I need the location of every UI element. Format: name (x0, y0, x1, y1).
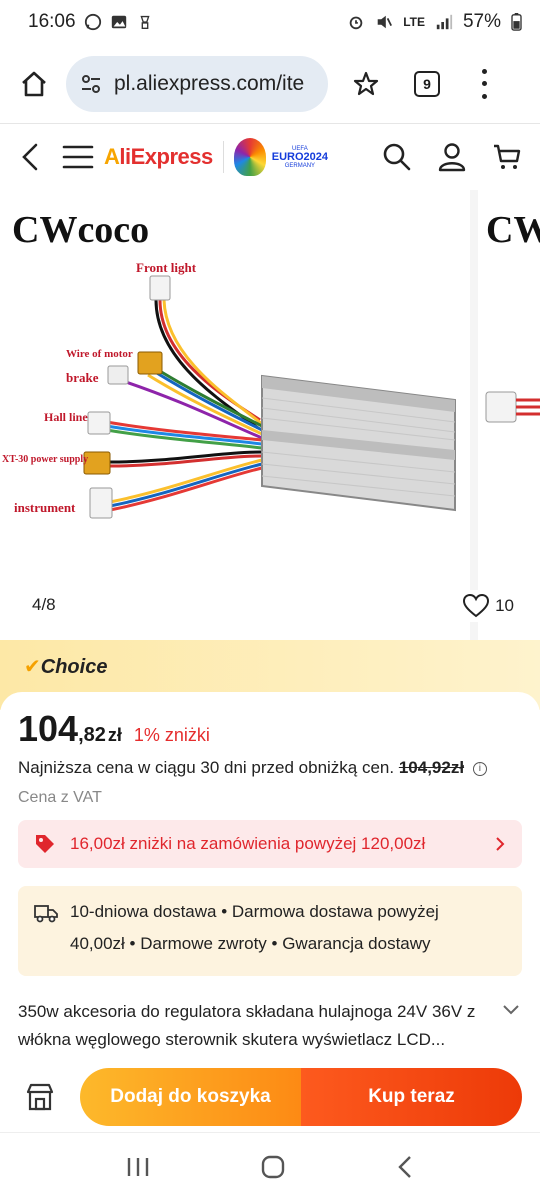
purchase-buttons: Dodaj do koszyka Kup teraz (80, 1068, 522, 1126)
delivery-info[interactable]: 10-dniowa dostawa • Darmowa dostawa powy… (18, 886, 522, 976)
account-icon[interactable] (438, 142, 466, 172)
wishlist-count: 10 (495, 596, 514, 615)
coupon-tag-icon (36, 835, 54, 853)
coupon-banner[interactable]: 16,00zł zniżki na zamówienia powyżej 120… (18, 820, 522, 868)
back-arrow-icon[interactable] (18, 142, 42, 172)
info-icon[interactable]: i (472, 761, 487, 776)
hamburger-menu-icon[interactable] (62, 144, 94, 170)
browser-toolbar: pl.aliexpress.com/ite 9 (0, 44, 540, 124)
header-divider (222, 141, 224, 173)
aliexpress-logo[interactable]: AliExpress (104, 144, 213, 170)
lowest-price-text: Najniższa cena w ciągu 30 dni przed obni… (18, 758, 395, 777)
battery-percent: 57% (462, 11, 501, 32)
euro-sub: GERMANY (284, 162, 316, 169)
lowest-price-value: 104,92zł (398, 758, 465, 777)
label-xt30: XT-30 power supply (2, 454, 89, 465)
browser-menu-button[interactable] (478, 68, 490, 99)
home-button[interactable] (16, 66, 52, 102)
star-icon (353, 71, 379, 95)
check-icon: ✔ (24, 656, 41, 678)
menu-dot (481, 81, 487, 86)
vat-note: Cena z VAT (18, 789, 102, 806)
add-to-cart-button[interactable]: Dodaj do koszyka (80, 1068, 301, 1126)
signal-icon (436, 14, 453, 30)
site-settings-icon (82, 74, 100, 93)
battery-icon (511, 13, 522, 31)
logo-letter: A (104, 144, 120, 169)
price-integer: 104 (18, 708, 79, 749)
wishlist-button[interactable]: 10 (453, 590, 526, 622)
store-button[interactable] (18, 1075, 62, 1119)
label-front-light: Front light (136, 260, 197, 275)
logo-text: liExpress (119, 144, 213, 169)
site-header: AliExpress UEFA EURO2024 GERMANY (0, 124, 540, 190)
price-row: 104 ,82 zł 1% zniżki (18, 708, 210, 750)
delivery-line-2: 40,00zł • Darmowe zwroty • Gwarancja dos… (70, 934, 431, 953)
menu-dot (481, 68, 487, 74)
chevron-down-icon[interactable] (502, 1004, 520, 1016)
alarm-icon (349, 16, 363, 30)
address-bar[interactable]: pl.aliexpress.com/ite (66, 55, 328, 112)
euro-trophy-icon (233, 138, 266, 176)
gallery-icon (111, 15, 126, 29)
coupon-text: 16,00zł zniżki na zamówienia powyżej 120… (70, 834, 426, 853)
discount-label: 1% zniżki (133, 725, 210, 745)
next-product-image[interactable]: CW (478, 190, 540, 640)
label-instrument: instrument (14, 500, 76, 515)
brand-watermark-next: CW (486, 209, 540, 251)
status-bar: 16:06 LTE 57% (0, 0, 540, 44)
url-text: pl.aliexpress.com/ite (114, 71, 305, 95)
label-wire-of-motor: Wire of motor (66, 348, 133, 360)
delivery-line-1: 10-dniowa dostawa • Darmowa dostawa powy… (70, 902, 439, 921)
buy-now-button[interactable]: Kup teraz (301, 1068, 522, 1126)
label-hall-line: Hall line (44, 410, 88, 424)
price-decimal: ,82 (78, 724, 106, 746)
bookmark-button[interactable] (348, 66, 384, 102)
system-navigation-bar (0, 1132, 540, 1200)
product-image[interactable]: CWcoco Front light Wire of motor brake H… (0, 190, 470, 640)
euro-main: EURO2024 (271, 150, 328, 163)
tab-switcher-button[interactable]: 9 (414, 70, 440, 97)
network-type: LTE (403, 15, 425, 29)
product-title[interactable]: 350w akcesoria do regulatora składana hu… (18, 998, 488, 1054)
back-nav-icon[interactable] (395, 1154, 415, 1180)
chevron-right-icon (496, 837, 505, 851)
purchase-action-bar: Dodaj do koszyka Kup teraz (0, 1062, 540, 1132)
home-nav-icon[interactable] (260, 1154, 286, 1180)
cart-icon[interactable] (492, 142, 522, 172)
next-connector-illustration (485, 391, 540, 423)
whatsapp-icon (84, 13, 101, 31)
recent-apps-icon[interactable] (125, 1155, 151, 1179)
choice-logo: ✔Choice (24, 654, 107, 679)
product-info-card: 104 ,82 zł 1% zniżki Najniższa cena w ci… (0, 692, 540, 1062)
euro2024-badge: UEFA EURO2024 GERMANY (233, 138, 328, 176)
heart-icon (463, 594, 490, 618)
home-icon (22, 71, 46, 96)
search-icon[interactable] (382, 142, 412, 172)
status-time: 16:06 (28, 11, 76, 32)
mute-icon (377, 15, 393, 29)
price-currency: zł (107, 725, 122, 745)
lowest-price-note: Najniższa cena w ciągu 30 dni przed obni… (18, 758, 487, 778)
slide-counter: 4/8 (18, 590, 70, 620)
label-brake: brake (66, 370, 99, 385)
choice-label: Choice (40, 656, 108, 678)
app-notification-icon (140, 15, 150, 29)
product-gallery[interactable]: CWcoco Front light Wire of motor brake H… (0, 190, 540, 640)
store-icon (26, 1083, 54, 1111)
delivery-truck-icon (34, 905, 58, 923)
menu-dot (481, 93, 487, 99)
